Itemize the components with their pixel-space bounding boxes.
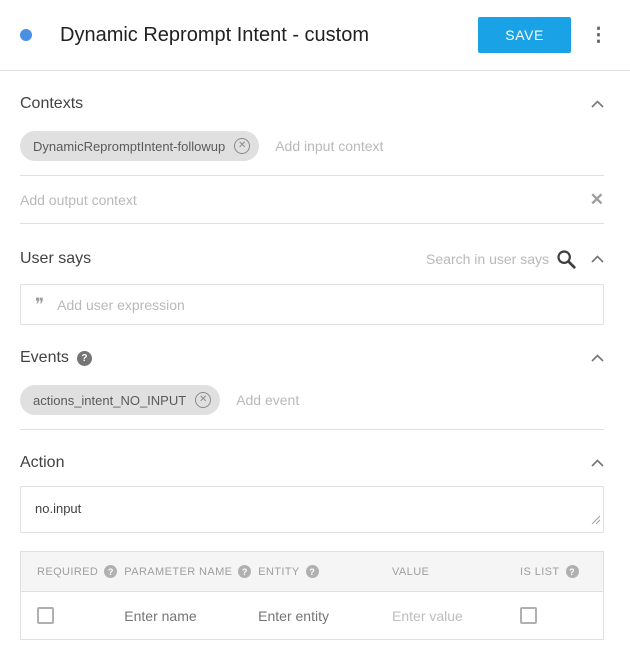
contexts-collapse-chevron-up-icon[interactable] (591, 100, 604, 108)
divider (20, 223, 604, 224)
col-is-list-label: IS LIST (520, 566, 559, 578)
search-icon[interactable] (555, 248, 577, 270)
is-list-help-icon[interactable]: ? (566, 565, 579, 578)
user-expression-box: ❞ (20, 284, 604, 325)
col-entity-label: ENTITY (258, 566, 300, 578)
required-checkbox[interactable] (37, 607, 54, 624)
divider (20, 429, 604, 430)
input-context-chip-label: DynamicRepromptIntent-followup (33, 139, 225, 154)
intent-header: Dynamic Reprompt Intent - custom SAVE ⋮ (0, 0, 630, 70)
user-says-search (399, 248, 604, 270)
remove-input-context-icon[interactable]: ✕ (234, 138, 250, 154)
value-field[interactable]: Enter value (376, 592, 504, 639)
more-options-kebab-icon[interactable]: ⋮ (583, 24, 614, 47)
action-title: Action (20, 454, 64, 472)
user-says-collapse-chevron-up-icon[interactable] (591, 255, 604, 263)
resize-handle-icon[interactable] (591, 512, 601, 530)
contexts-title: Contexts (20, 95, 83, 113)
add-event-field[interactable] (236, 392, 604, 408)
action-section: Action REQUIRED ? PARAMETER NAME ? ENTI (0, 454, 630, 640)
add-user-expression-field[interactable] (57, 297, 589, 313)
is-list-checkbox[interactable] (520, 607, 537, 624)
entity-help-icon[interactable]: ? (306, 565, 319, 578)
col-parameter-name-label: PARAMETER NAME (124, 566, 232, 578)
events-collapse-chevron-up-icon[interactable] (591, 354, 604, 362)
parameters-table: REQUIRED ? PARAMETER NAME ? ENTITY ? VAL… (20, 551, 604, 640)
intent-status-dot-icon (20, 29, 32, 41)
input-context-chip[interactable]: DynamicRepromptIntent-followup ✕ (20, 131, 259, 161)
parameter-name-field[interactable]: Enter name (108, 592, 242, 639)
col-required-label: REQUIRED (37, 566, 98, 578)
page-title: Dynamic Reprompt Intent - custom (60, 24, 478, 47)
parameter-row: Enter name Enter entity Enter value (21, 592, 603, 639)
action-collapse-chevron-up-icon[interactable] (591, 459, 604, 467)
event-chip[interactable]: actions_intent_NO_INPUT ✕ (20, 385, 220, 415)
events-help-icon[interactable]: ? (77, 351, 92, 366)
action-input-box (20, 486, 604, 533)
quote-icon: ❞ (35, 296, 44, 313)
col-value-label: VALUE (392, 566, 429, 578)
events-row: actions_intent_NO_INPUT ✕ (20, 381, 604, 429)
output-contexts-row: ✕ (20, 176, 604, 223)
input-contexts-row: DynamicRepromptIntent-followup ✕ (20, 127, 604, 175)
header-divider (0, 70, 630, 71)
remove-event-icon[interactable]: ✕ (195, 392, 211, 408)
contexts-section: Contexts DynamicRepromptIntent-followup … (0, 95, 630, 224)
search-user-says-input[interactable] (399, 251, 549, 267)
clear-output-contexts-icon[interactable]: ✕ (590, 191, 604, 208)
events-title: Events (20, 349, 69, 367)
user-says-title: User says (20, 250, 91, 268)
add-output-context-field[interactable] (20, 192, 590, 208)
event-chip-label: actions_intent_NO_INPUT (33, 393, 186, 408)
events-section: Events ? actions_intent_NO_INPUT ✕ (0, 349, 630, 430)
user-says-section: User says ❞ (0, 248, 630, 325)
save-button[interactable]: SAVE (478, 17, 571, 53)
entity-field[interactable]: Enter entity (242, 592, 376, 639)
parameters-table-header: REQUIRED ? PARAMETER NAME ? ENTITY ? VAL… (21, 552, 603, 592)
action-name-field[interactable] (35, 501, 589, 516)
add-input-context-field[interactable] (275, 138, 604, 154)
